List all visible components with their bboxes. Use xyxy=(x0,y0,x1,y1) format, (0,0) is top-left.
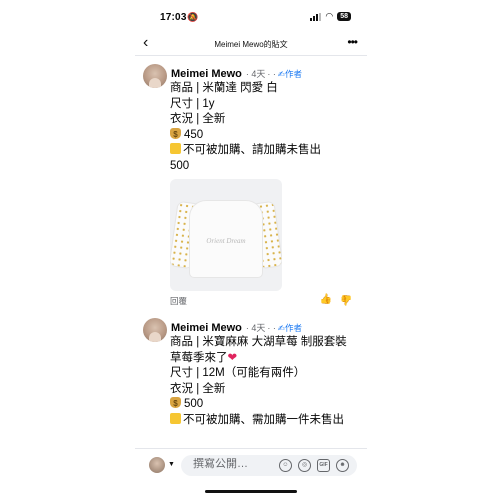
composer-avatar[interactable] xyxy=(149,457,165,473)
separator-dots: · · xyxy=(267,69,276,79)
gif-icon[interactable]: GIF xyxy=(317,459,330,472)
comment-author[interactable]: Meimei Mewo xyxy=(171,322,242,334)
chevron-down-icon[interactable]: ▼ xyxy=(168,461,175,468)
product-photo[interactable]: Orient Dream xyxy=(170,179,282,291)
comment-line-product: 商品 | 米寶麻麻 大湖草莓 制服套裝 草莓季來了❤ xyxy=(170,335,356,366)
notepad-icon xyxy=(170,412,181,424)
comment-line-size: 尺寸 | 12M（可能有兩件） xyxy=(170,367,306,379)
comment-body: 商品 | 米寶麻麻 大湖草莓 制服套裝 草莓季來了❤ 尺寸 | 12M（可能有兩… xyxy=(170,335,356,428)
money-bag-icon xyxy=(170,396,181,412)
comment-input[interactable] xyxy=(193,458,273,470)
comment-author[interactable]: Meimei Mewo xyxy=(171,68,242,80)
comment-line-note: 不可被加購、需加購一件未售出 xyxy=(170,412,356,429)
money-bag-icon xyxy=(170,127,181,142)
comment-header: Meimei Mewo · 4天 · · ✍作者 xyxy=(171,67,302,80)
page-title: Meimei Mewo的貼文 xyxy=(214,40,288,49)
comment-line-note: 不可被加購、請加購未售出 xyxy=(170,143,356,159)
emoji-icon[interactable]: ☺ xyxy=(279,459,292,472)
battery-icon: 58 xyxy=(337,12,351,21)
comment-line-price: 450 xyxy=(170,127,356,144)
shirt-print-text: Orient Dream xyxy=(206,237,246,245)
status-bar: 17:03 🔕 ◠ 58 xyxy=(135,0,367,32)
comment-line-product: 商品 | 米蘭達 閃愛 白 xyxy=(170,82,278,94)
reply-button[interactable]: 回覆 xyxy=(170,295,187,307)
comment-time: · 4天 xyxy=(245,69,266,79)
avatar[interactable] xyxy=(143,64,167,88)
price-value: 450 xyxy=(184,128,204,141)
comment-header: Meimei Mewo · 4天 · · ✍作者 xyxy=(171,321,302,334)
separator-dots: · · xyxy=(267,323,276,333)
sticker-icon[interactable]: ☻ xyxy=(336,459,349,472)
comment-line-size: 尺寸 | 1y xyxy=(170,97,215,110)
avatar[interactable] xyxy=(143,318,167,342)
phone-screen: 17:03 🔕 ◠ 58 ‹ Meimei Mewo的貼文 ••• Meimei… xyxy=(135,0,367,500)
composer-box[interactable]: ☺ ◎ GIF ☻ xyxy=(181,455,357,476)
status-time: 17:03 xyxy=(160,12,187,23)
status-indicators: ◠ 58 xyxy=(310,12,351,21)
comment-composer: ▼ ☺ ◎ GIF ☻ xyxy=(135,448,367,482)
note-text: 不可被加購、需加購一件未售出 xyxy=(183,413,344,426)
notepad-icon xyxy=(170,143,181,154)
author-badge: ✍作者 xyxy=(277,69,303,79)
comment-actions: 回覆 👍 👍 xyxy=(170,294,360,309)
note-text: 不可被加購、請加購未售出 xyxy=(183,144,321,156)
camera-icon[interactable]: ◎ xyxy=(298,459,311,472)
wifi-icon: ◠ xyxy=(325,11,334,21)
thumbs-up-icon[interactable]: 👍 xyxy=(320,294,332,305)
thumbs-down-icon[interactable]: 👍 xyxy=(340,294,352,305)
comment-body: 商品 | 米蘭達 閃愛 白 尺寸 | 1y 衣況 | 全新 450 不可被加購、… xyxy=(170,81,356,174)
comment-line-condition: 衣況 | 全新 xyxy=(170,113,226,125)
comment-line-price: 500 xyxy=(170,396,356,413)
more-options-icon[interactable]: ••• xyxy=(347,35,358,49)
nav-bar: ‹ Meimei Mewo的貼文 ••• xyxy=(135,32,367,56)
comment-line-condition: 衣況 | 全新 xyxy=(170,382,226,395)
price-value: 500 xyxy=(184,398,204,410)
cellular-signal-icon xyxy=(310,12,322,21)
product-text: 商品 | 米寶麻麻 大湖草莓 制服套裝 草莓季來了 xyxy=(170,336,347,364)
home-indicator xyxy=(205,490,297,493)
heart-icon: ❤ xyxy=(227,351,238,364)
comment-line-extra: 500 xyxy=(170,159,190,172)
bell-muted-icon: 🔕 xyxy=(187,12,199,22)
author-badge: ✍作者 xyxy=(277,323,303,333)
shirt-body: Orient Dream xyxy=(190,201,262,277)
comment-time: · 4天 xyxy=(245,323,266,333)
